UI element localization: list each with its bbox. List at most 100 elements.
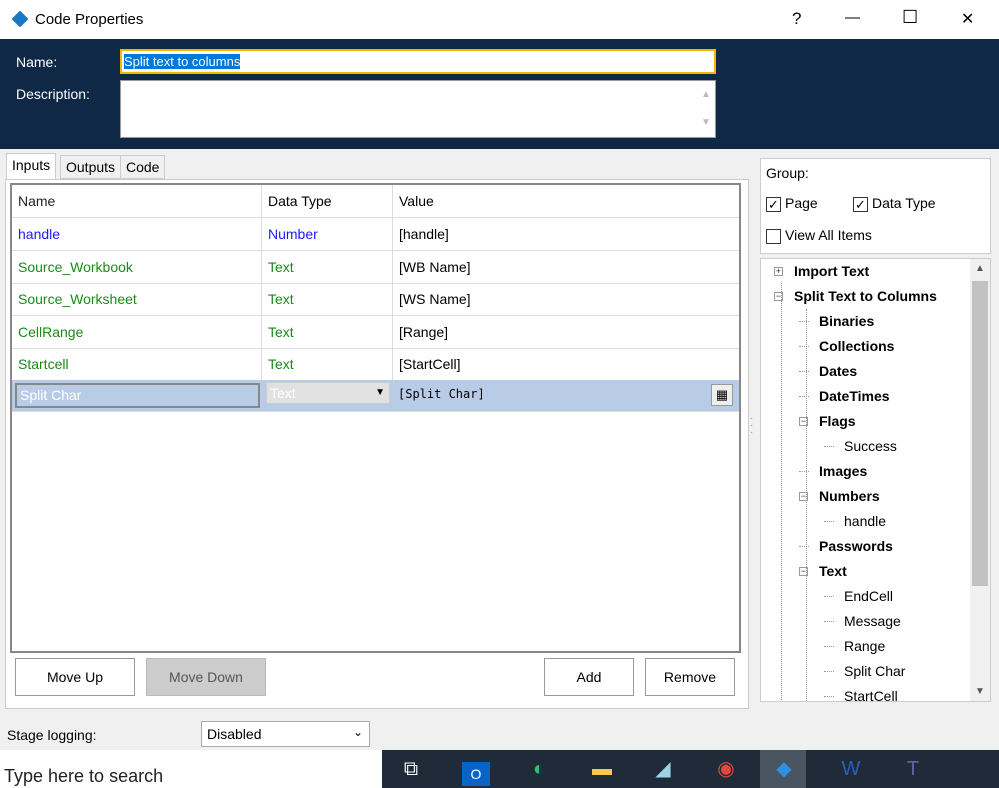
tree-item[interactable]: Dates xyxy=(819,361,857,381)
close-button[interactable]: ✕ xyxy=(961,9,974,29)
chrome-icon[interactable]: ◉ xyxy=(710,754,742,784)
app-logo-icon xyxy=(11,10,29,28)
add-button[interactable]: Add xyxy=(544,658,634,696)
stage-logging-label: Stage logging: xyxy=(7,727,97,743)
notepad-icon[interactable]: ◢ xyxy=(647,754,679,784)
column-header-name[interactable]: Name xyxy=(12,185,262,217)
cell-value[interactable]: [WB Name] xyxy=(393,251,739,283)
page-checkbox[interactable]: ✓ Page xyxy=(766,195,818,212)
table-row-editing[interactable]: Split Char Text ▼ [Split Char] ▦ xyxy=(12,380,739,412)
description-input[interactable]: ▲ ▼ xyxy=(120,80,716,138)
tree-item[interactable]: Numbers xyxy=(819,486,880,506)
tree-item[interactable]: Import Text xyxy=(794,261,869,281)
cell-value[interactable]: [WS Name] xyxy=(393,283,739,315)
task-view-icon[interactable]: ⧉ xyxy=(395,754,427,784)
page-checkbox-label: Page xyxy=(785,195,818,211)
tree-connector xyxy=(824,696,834,697)
data-type-checkbox-label: Data Type xyxy=(872,195,936,211)
column-header-data-type[interactable]: Data Type xyxy=(262,185,393,217)
blueprism-icon[interactable]: ◆ xyxy=(768,754,800,784)
data-type-select[interactable]: Text ▼ xyxy=(266,382,390,404)
file-explorer-icon[interactable]: ▬ xyxy=(586,754,618,784)
cell-value[interactable]: [StartCell] xyxy=(393,348,739,380)
view-all-checkbox-label: View All Items xyxy=(785,227,872,243)
taskbar-search-input[interactable]: Type here to search xyxy=(0,750,382,788)
edge-icon[interactable]: ◐ xyxy=(523,754,555,784)
cell-name[interactable]: CellRange xyxy=(12,315,262,348)
tree-connector xyxy=(799,321,809,322)
table-row[interactable]: Startcell Text [StartCell] xyxy=(12,348,739,381)
inputs-grid: Name Data Type Value handle Number [hand… xyxy=(10,183,741,653)
tree-item[interactable]: handle xyxy=(844,511,886,531)
tree-item[interactable]: StartCell xyxy=(844,686,898,701)
tree-item[interactable]: Text xyxy=(819,561,847,581)
tree-item[interactable]: Split Text to Columns xyxy=(794,286,937,306)
tree-item[interactable]: Message xyxy=(844,611,901,631)
cell-data-type[interactable]: Number xyxy=(262,218,393,250)
tree-item[interactable]: Success xyxy=(844,436,897,456)
scroll-down-icon[interactable]: ▼ xyxy=(975,686,985,697)
name-edit-input[interactable]: Split Char xyxy=(15,383,260,408)
tree-item[interactable]: Flags xyxy=(819,411,856,431)
tree-connector xyxy=(799,471,809,472)
tree-item[interactable]: DateTimes xyxy=(819,386,890,406)
group-box: Group: ✓ Page ✓ Data Type View All Items xyxy=(760,158,991,254)
cell-data-type[interactable]: Text xyxy=(262,250,393,283)
cell-name[interactable]: Source_Workbook xyxy=(12,250,262,283)
move-up-button[interactable]: Move Up xyxy=(15,658,135,696)
teams-icon[interactable]: T xyxy=(897,754,929,784)
tree-item[interactable]: Passwords xyxy=(819,536,893,556)
cell-data-type[interactable]: Text xyxy=(262,348,393,380)
expand-icon[interactable]: + xyxy=(774,267,783,276)
view-all-checkbox[interactable]: View All Items xyxy=(766,227,872,244)
data-type-checkbox[interactable]: ✓ Data Type xyxy=(853,195,936,212)
tree-item[interactable]: EndCell xyxy=(844,586,893,606)
table-row[interactable]: Source_Workbook Text [WB Name] xyxy=(12,250,739,284)
description-scrollbar[interactable]: ▲ ▼ xyxy=(697,81,715,137)
maximize-button[interactable]: ☐ xyxy=(902,7,918,28)
cell-value[interactable]: [Range] xyxy=(393,316,739,348)
table-row[interactable]: CellRange Text [Range] xyxy=(12,315,739,349)
group-label: Group: xyxy=(766,165,809,181)
tree-connector xyxy=(799,346,809,347)
tree-connector xyxy=(824,446,834,447)
data-type-value: Text xyxy=(270,385,296,401)
table-row[interactable]: Source_Worksheet Text [WS Name] xyxy=(12,283,739,316)
tree-connector xyxy=(799,371,809,372)
outlook-icon[interactable]: O xyxy=(462,762,490,786)
tree-connector xyxy=(824,521,834,522)
table-row[interactable]: handle Number [handle] xyxy=(12,218,739,251)
tree-item[interactable]: Collections xyxy=(819,336,894,356)
tab-outputs[interactable]: Outputs xyxy=(60,155,122,179)
cell-data-type[interactable]: Text xyxy=(262,283,393,315)
word-icon[interactable]: W xyxy=(835,754,867,784)
scrollbar-thumb[interactable] xyxy=(972,281,988,586)
calculator-icon[interactable]: ▦ xyxy=(711,384,733,406)
tree-item[interactable]: Binaries xyxy=(819,311,874,331)
tree-connector xyxy=(799,546,809,547)
tree-scrollbar[interactable]: ▲ ▼ xyxy=(970,259,990,701)
scroll-up-icon[interactable]: ▲ xyxy=(970,263,990,274)
remove-button[interactable]: Remove xyxy=(645,658,735,696)
tree-item[interactable]: Images xyxy=(819,461,867,481)
tree-item[interactable]: Range xyxy=(844,636,885,656)
tree-connector xyxy=(824,596,834,597)
minimize-button[interactable]: — xyxy=(845,9,860,26)
cell-data-type[interactable]: Text xyxy=(262,315,393,348)
tab-inputs[interactable]: Inputs xyxy=(6,153,57,180)
title-bar: Code Properties ? — ☐ ✕ xyxy=(0,0,999,39)
name-edit-value: Split Char xyxy=(20,387,82,403)
value-edit-input[interactable]: [Split Char] xyxy=(398,387,485,401)
cell-name[interactable]: Source_Worksheet xyxy=(12,283,262,315)
splitter-handle[interactable]: · · · xyxy=(750,414,753,438)
help-button[interactable]: ? xyxy=(792,9,801,29)
stage-logging-select[interactable]: Disabled ⌄ xyxy=(201,721,370,747)
tree-item[interactable]: Split Char xyxy=(844,661,905,681)
column-header-value[interactable]: Value xyxy=(393,185,739,217)
tab-code[interactable]: Code xyxy=(120,155,166,179)
cell-name[interactable]: handle xyxy=(12,218,262,250)
cell-value[interactable]: [handle] xyxy=(393,218,739,250)
move-down-button[interactable]: Move Down xyxy=(146,658,266,696)
name-input[interactable]: Split text to columns xyxy=(120,49,716,74)
cell-name[interactable]: Startcell xyxy=(12,348,262,380)
